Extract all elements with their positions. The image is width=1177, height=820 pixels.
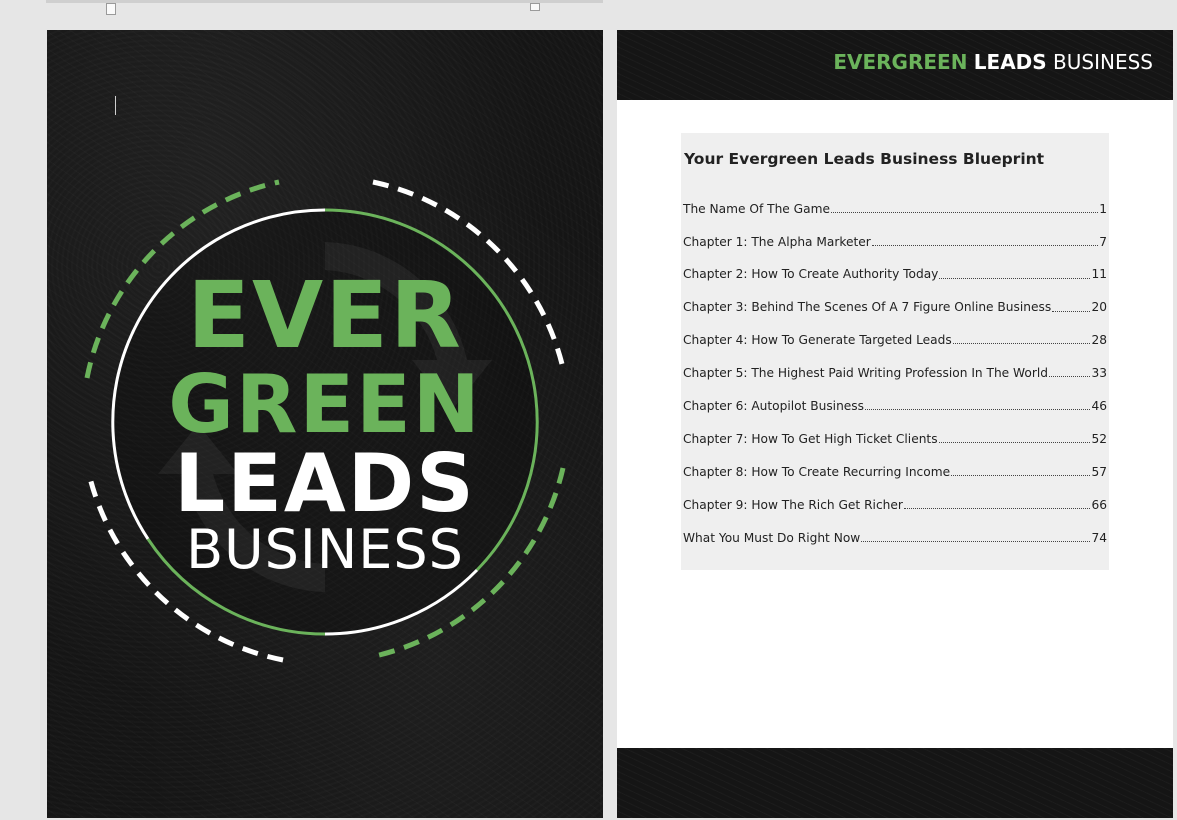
toc-entry-page-number: 46 (1091, 399, 1107, 414)
toc-entry-label: Chapter 4: How To Generate Targeted Lead… (683, 333, 952, 348)
toc-entry-label: The Name Of The Game (683, 201, 830, 216)
text-cursor (115, 96, 116, 115)
page-header-banner: EVERGREEN LEADS BUSINESS (617, 30, 1173, 100)
toc-entry-label: Chapter 9: How The Rich Get Richer (683, 497, 903, 512)
cover-title-green: GREEN (168, 358, 482, 451)
toc-dot-leader (865, 409, 1091, 411)
toc-dot-leader (871, 244, 1099, 246)
cover-title-leads: LEADS (174, 437, 476, 530)
toc-entry-page-number: 11 (1091, 267, 1107, 282)
cover-page[interactable]: EVER GREEN LEADS BUSINESS (47, 30, 603, 818)
toc-dot-leader (903, 507, 1091, 509)
toc-entry-page-number: 1 (1099, 201, 1107, 216)
toc-entry-page-number: 66 (1091, 497, 1107, 512)
toc-entry-page-number: 28 (1091, 333, 1107, 348)
toc-dot-leader (951, 475, 1091, 477)
toc-entry-page-number: 74 (1091, 530, 1107, 545)
toc-entry[interactable]: Chapter 4: How To Generate Targeted Lead… (683, 314, 1107, 348)
brand-leads: LEADS (973, 50, 1047, 74)
toc-entry[interactable]: What You Must Do Right Now 74 (683, 511, 1107, 545)
toc-entry-page-number: 7 (1099, 234, 1107, 249)
toc-dot-leader (1052, 310, 1091, 312)
toc-entry[interactable]: Chapter 1: The Alpha Marketer 7 (683, 215, 1107, 249)
toc-entry-label: What You Must Do Right Now (683, 530, 861, 545)
brand-evergreen: EVERGREEN (833, 50, 968, 74)
toc-entry-label: Chapter 1: The Alpha Marketer (683, 234, 871, 249)
toc-entry-page-number: 57 (1091, 464, 1107, 479)
toc-entry-page-number: 52 (1091, 431, 1107, 446)
left-indent-marker[interactable] (106, 3, 116, 15)
toc-entry[interactable]: Chapter 3: Behind The Scenes Of A 7 Figu… (683, 281, 1107, 315)
toc-entry-label: Chapter 3: Behind The Scenes Of A 7 Figu… (683, 300, 1052, 315)
toc-entry[interactable]: Chapter 9: How The Rich Get Richer 66 (683, 478, 1107, 512)
toc-entry-page-number: 33 (1091, 366, 1107, 381)
toc-entry-page-number: 20 (1091, 300, 1107, 315)
toc-entry[interactable]: Chapter 6: Autopilot Business 46 (683, 379, 1107, 412)
cover-title-business: BUSINESS (186, 518, 464, 581)
toc-entry[interactable]: Chapter 8: How To Create Recurring Incom… (683, 445, 1107, 478)
toc-entry-label: Chapter 7: How To Get High Ticket Client… (683, 431, 938, 446)
header-brand: EVERGREEN LEADS BUSINESS (833, 52, 1153, 72)
right-indent-marker[interactable] (530, 3, 540, 11)
toc-title: Your Evergreen Leads Business Blueprint (684, 150, 1045, 168)
toc-entry[interactable]: The Name Of The Game 1 (683, 182, 1107, 216)
horizontal-ruler[interactable] (46, 0, 603, 15)
brand-business: BUSINESS (1053, 50, 1153, 74)
toc-entry[interactable]: Chapter 2: How To Create Authority Today… (683, 248, 1107, 282)
toc-entry-label: Chapter 6: Autopilot Business (683, 399, 864, 414)
toc-page[interactable]: EVERGREEN LEADS BUSINESS Your Evergreen … (617, 30, 1173, 818)
toc-dot-leader (938, 442, 1091, 444)
toc-dot-leader (939, 277, 1091, 279)
toc-dot-leader (952, 343, 1091, 345)
page-footer-banner (617, 748, 1173, 818)
cover-title-ever: EVER (187, 262, 463, 369)
toc-list: The Name Of The Game 1 Chapter 1: The Alph… (683, 182, 1107, 545)
toc-entry-label: Chapter 5: The Highest Paid Writing Prof… (683, 366, 1048, 381)
toc-dot-leader (830, 211, 1099, 213)
toc-dot-leader (1048, 376, 1091, 378)
toc-entry-label: Chapter 2: How To Create Authority Today (683, 267, 939, 282)
toc-entry[interactable]: Chapter 5: The Highest Paid Writing Prof… (683, 346, 1107, 379)
toc-entry-label: Chapter 8: How To Create Recurring Incom… (683, 464, 951, 479)
toc-entry[interactable]: Chapter 7: How To Get High Ticket Client… (683, 412, 1107, 445)
toc-dot-leader (861, 540, 1091, 542)
